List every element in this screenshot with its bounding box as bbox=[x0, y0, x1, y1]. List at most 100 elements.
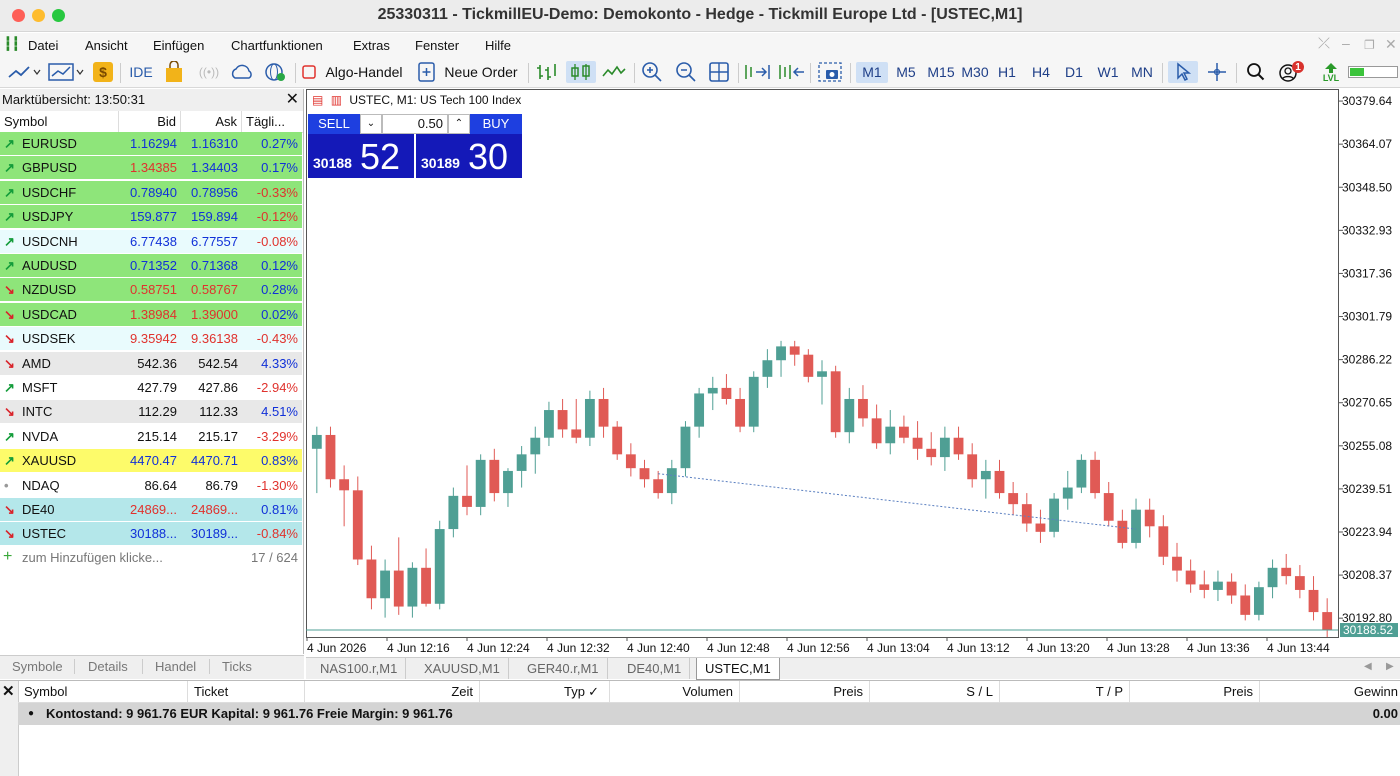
col-symbol[interactable]: Symbol bbox=[18, 681, 188, 702]
tab-ticks[interactable]: Ticks bbox=[209, 659, 252, 674]
timeframe-m5[interactable]: M5 bbox=[890, 62, 922, 83]
market-row-usdcad[interactable]: ↘ USDCAD 1.38984 1.39000 0.02% bbox=[0, 302, 302, 327]
market-row-msft[interactable]: ↗ MSFT 427.79 427.86 -2.94% bbox=[0, 376, 302, 400]
col-typ[interactable]: Typ ✓ bbox=[480, 681, 610, 702]
col-tp[interactable]: T / P bbox=[1000, 681, 1130, 702]
close-icon[interactable]: ✕ bbox=[2, 682, 15, 700]
col-preis[interactable]: Preis bbox=[740, 681, 870, 702]
col-volumen[interactable]: Volumen bbox=[610, 681, 740, 702]
dollar-icon[interactable]: $ bbox=[92, 61, 114, 83]
timeframe-d1[interactable]: D1 bbox=[1058, 62, 1090, 83]
close-chart-icon[interactable]: ✕ bbox=[1385, 36, 1397, 53]
ide-button[interactable]: IDE bbox=[126, 61, 156, 83]
market-row-nvda[interactable]: ↗ NVDA 215.14 215.17 -3.29% bbox=[0, 424, 302, 449]
volume-down-icon[interactable]: ⌄ bbox=[360, 114, 382, 134]
account-balance-row[interactable]: ● Kontostand: 9 961.76 EUR Kapital: 9 96… bbox=[18, 703, 1400, 725]
close-icon[interactable]: ✕ bbox=[286, 89, 299, 111]
algo-trading-button[interactable]: Algo-Handel bbox=[322, 61, 406, 83]
search-icon[interactable] bbox=[1244, 61, 1268, 83]
col-zeit[interactable]: Zeit bbox=[305, 681, 480, 702]
col-sl[interactable]: S / L bbox=[870, 681, 1000, 702]
bar-chart-icon[interactable] bbox=[534, 61, 560, 83]
menu-ansicht[interactable]: Ansicht bbox=[85, 38, 128, 53]
tile-windows-icon[interactable] bbox=[706, 61, 732, 83]
crosshair-icon[interactable] bbox=[1204, 61, 1230, 83]
menu-fenster[interactable]: Fenster bbox=[415, 38, 459, 53]
minimize-chart-icon[interactable]: – bbox=[1342, 35, 1350, 51]
tab-ger40[interactable]: GER40.r,M1 bbox=[519, 658, 608, 679]
market-row-usdcnh[interactable]: ↗ USDCNH 6.77438 6.77557 -0.08% bbox=[0, 229, 302, 254]
volume-input[interactable]: 0.50 bbox=[382, 114, 448, 134]
market-row-audusd[interactable]: ↗ AUDUSD 0.71352 0.71368 0.12% bbox=[0, 254, 302, 278]
tab-nas100[interactable]: NAS100.r,M1 bbox=[312, 658, 407, 679]
algo-trading-icon[interactable] bbox=[302, 61, 316, 83]
add-symbol-row[interactable]: + zum Hinzufügen klicke... 17 / 624 bbox=[0, 547, 303, 569]
zoom-out-icon[interactable] bbox=[674, 61, 698, 83]
timeframe-h1[interactable]: H1 bbox=[991, 62, 1023, 83]
zoom-in-icon[interactable] bbox=[640, 61, 664, 83]
col-bid[interactable]: Bid bbox=[119, 111, 181, 132]
menu-einfuegen[interactable]: Einfügen bbox=[153, 38, 204, 53]
timeframe-mn[interactable]: MN bbox=[1126, 62, 1158, 83]
market-row-intc[interactable]: ↘ INTC 112.29 112.33 4.51% bbox=[0, 400, 302, 425]
timeframe-w1[interactable]: W1 bbox=[1092, 62, 1124, 83]
cursor-icon[interactable] bbox=[1168, 61, 1198, 83]
buy-price-box[interactable]: 30189 30 bbox=[416, 134, 522, 178]
tab-xauusd[interactable]: XAUUSD,M1 bbox=[416, 658, 509, 679]
chart-properties-icon[interactable]: ▥ bbox=[331, 93, 342, 107]
tab-symbole[interactable]: Symbole bbox=[12, 659, 63, 674]
col-ask[interactable]: Ask bbox=[181, 111, 242, 132]
col-daily[interactable]: Tägli... bbox=[242, 111, 303, 132]
menu-datei[interactable]: Datei bbox=[28, 38, 58, 53]
col-preis-current[interactable]: Preis bbox=[1130, 681, 1260, 702]
market-row-ndaq[interactable]: • NDAQ 86.64 86.79 -1.30% bbox=[0, 473, 302, 498]
signals-icon[interactable]: ((•)) bbox=[196, 61, 222, 83]
restore-chart-icon[interactable]: ❐ bbox=[1364, 38, 1375, 52]
tab-ustec[interactable]: USTEC,M1 bbox=[696, 658, 780, 680]
line-mode-icon[interactable] bbox=[600, 61, 628, 83]
market-row-amd[interactable]: ↘ AMD 542.36 542.54 4.33% bbox=[0, 351, 302, 376]
market-row-de40[interactable]: ↘ DE40 24869... 24869... 0.81% bbox=[0, 498, 302, 522]
scroll-right-icon[interactable]: ▶ bbox=[1386, 661, 1394, 672]
timeframe-m1[interactable]: M1 bbox=[856, 62, 888, 83]
timeframe-h4[interactable]: H4 bbox=[1025, 62, 1057, 83]
tab-handel[interactable]: Handel bbox=[142, 659, 196, 674]
col-symbol[interactable]: Symbol bbox=[0, 111, 119, 132]
menu-chartfunktionen[interactable]: Chartfunktionen bbox=[231, 38, 323, 53]
auto-scroll-icon[interactable] bbox=[742, 61, 772, 83]
sell-price-box[interactable]: 30188 52 bbox=[308, 134, 414, 178]
market-row-usdchf[interactable]: ↗ USDCHF 0.78940 0.78956 -0.33% bbox=[0, 180, 302, 205]
tab-details[interactable]: Details bbox=[74, 659, 128, 674]
chart-template-icon[interactable] bbox=[46, 61, 86, 83]
screenshot-icon[interactable] bbox=[816, 61, 844, 83]
detach-icon[interactable]: ⤫ bbox=[1318, 35, 1330, 52]
market-row-xauusd[interactable]: ↗ XAUUSD 4470.47 4470.71 0.83% bbox=[0, 449, 302, 474]
timeframe-m15[interactable]: M15 bbox=[924, 62, 958, 83]
market-row-nzdusd[interactable]: ↘ NZDUSD 0.58751 0.58767 0.28% bbox=[0, 278, 302, 303]
chart-shift-icon[interactable] bbox=[776, 61, 806, 83]
menu-extras[interactable]: Extras bbox=[353, 38, 390, 53]
chart-list-icon[interactable]: ▤ bbox=[312, 93, 323, 107]
col-gewinn[interactable]: Gewinn bbox=[1260, 681, 1400, 702]
market-row-usdjpy[interactable]: ↗ USDJPY 159.877 159.894 -0.12% bbox=[0, 205, 302, 230]
timeframe-m30[interactable]: M30 bbox=[958, 62, 992, 83]
new-order-icon[interactable] bbox=[416, 61, 438, 83]
scroll-left-icon[interactable]: ◀ bbox=[1364, 661, 1372, 672]
market-bag-icon[interactable] bbox=[162, 61, 186, 83]
volume-up-icon[interactable]: ⌃ bbox=[448, 114, 470, 134]
market-row-ustec[interactable]: ↘ USTEC 30188... 30189... -0.84% bbox=[0, 522, 302, 547]
market-row-usdsek[interactable]: ↘ USDSEK 9.35942 9.36138 -0.43% bbox=[0, 327, 302, 352]
tab-de40[interactable]: DE40,M1 bbox=[619, 658, 691, 679]
candlestick-chart-icon[interactable] bbox=[566, 61, 596, 83]
buy-button[interactable]: BUY bbox=[470, 114, 522, 134]
chart-window[interactable]: 30379.64 30364.07 30348.50 30332.93 30317.36… bbox=[306, 89, 1400, 657]
sell-button[interactable]: SELL bbox=[308, 114, 360, 134]
vps-globe-icon[interactable] bbox=[262, 61, 288, 83]
col-ticket[interactable]: Ticket bbox=[188, 681, 305, 702]
new-order-button[interactable]: Neue Order bbox=[442, 61, 520, 83]
line-chart-icon[interactable] bbox=[6, 61, 42, 83]
menu-hilfe[interactable]: Hilfe bbox=[485, 38, 511, 53]
cloud-icon[interactable] bbox=[228, 61, 256, 83]
market-row-gbpusd[interactable]: ↗ GBPUSD 1.34385 1.34403 0.17% bbox=[0, 156, 302, 181]
market-row-eurusd[interactable]: ↗ EURUSD 1.16294 1.16310 0.27% bbox=[0, 132, 302, 156]
